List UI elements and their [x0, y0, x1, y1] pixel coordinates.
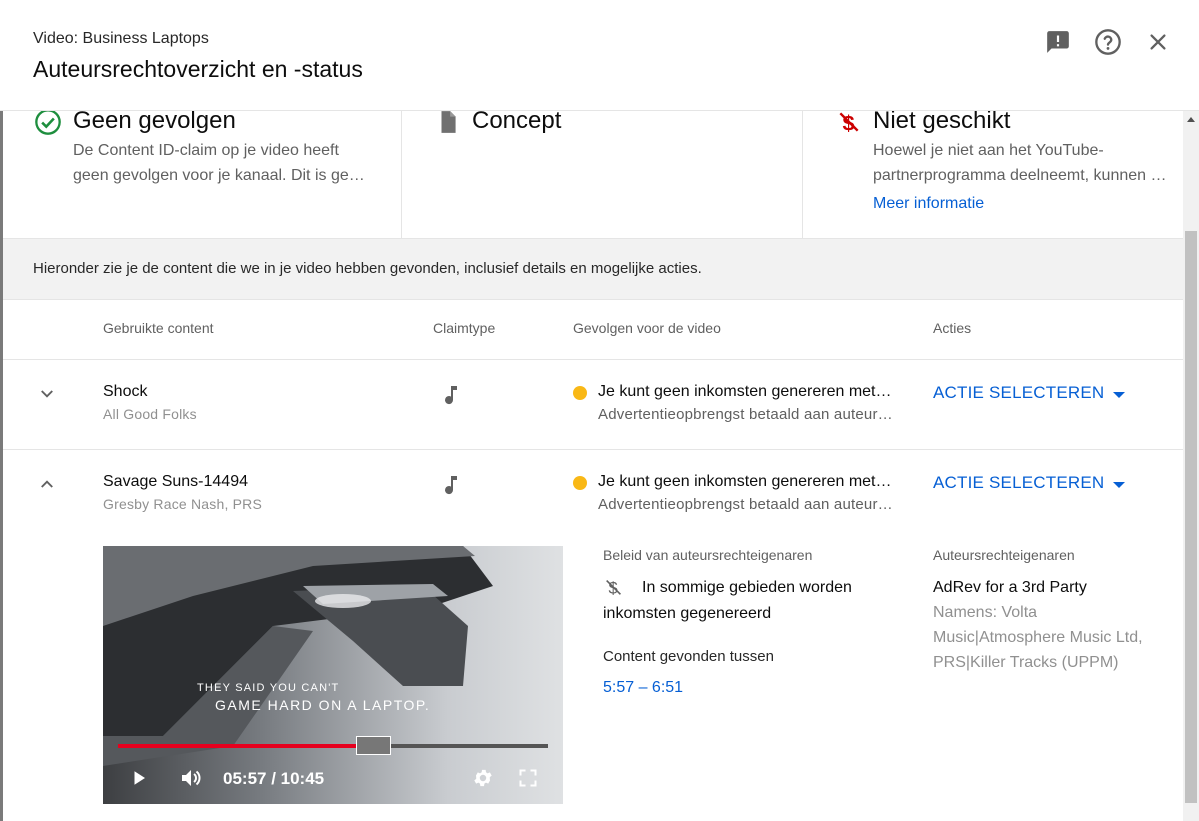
- status-summary: Geen gevolgen De Content ID-claim op je …: [3, 107, 1183, 239]
- close-icon[interactable]: [1144, 28, 1172, 56]
- info-text: Hieronder zie je de content die we in je…: [33, 260, 702, 277]
- status-visibility-title: Concept: [472, 107, 562, 134]
- info-bar: Hieronder zie je de content die we in je…: [3, 239, 1183, 300]
- status-impact: Geen gevolgen De Content ID-claim op je …: [3, 107, 402, 238]
- no-money-icon: $: [834, 107, 864, 137]
- fullscreen-icon[interactable]: [516, 766, 540, 790]
- status-monetization-desc-line1: Hoewel je niet aan het YouTube-: [873, 142, 1104, 159]
- select-action-button[interactable]: ACTIE SELECTEREN: [933, 383, 1104, 403]
- status-visibility: Concept: [402, 107, 803, 238]
- video-caption-line1: THEY SAID YOU CAN'T: [197, 682, 340, 694]
- dialog-title: Auteursrechtoverzicht en -status: [33, 56, 363, 82]
- content-title: Savage Suns-14494: [103, 473, 248, 490]
- chevron-down-icon[interactable]: [35, 382, 59, 406]
- progress-played: [118, 744, 358, 748]
- feedback-icon[interactable]: [1044, 28, 1072, 56]
- owner-name: AdRev for a 3rd Party: [933, 579, 1087, 596]
- policy-label: Beleid van auteursrechteigenaren: [603, 547, 813, 563]
- col-header-content: Gebruikte content: [103, 320, 214, 336]
- scrollbar[interactable]: [1183, 111, 1199, 821]
- status-monetization-desc: Hoewel je niet aan het YouTube- partnerp…: [873, 138, 1168, 188]
- content-title: Shock: [103, 383, 148, 400]
- owners-label: Auteursrechteigenaren: [933, 547, 1075, 563]
- status-dot: [573, 386, 587, 400]
- video-subtitle: Video: Business Laptops: [33, 30, 209, 47]
- found-label: Content gevonden tussen: [603, 648, 774, 665]
- col-header-actions: Acties: [933, 320, 972, 336]
- status-monetization-title: Niet geschikt: [873, 107, 1011, 134]
- select-action-button[interactable]: ACTIE SELECTEREN: [933, 473, 1104, 493]
- status-impact-desc-line2: geen gevolgen voor je kanaal. Dit is gee…: [73, 167, 373, 184]
- play-icon[interactable]: [127, 766, 151, 790]
- impact-line1: Je kunt geen inkomsten genereren met dez…: [598, 473, 893, 490]
- help-icon[interactable]: [1094, 28, 1122, 56]
- col-header-claimtype: Claimtype: [433, 320, 496, 336]
- video-player[interactable]: THEY SAID YOU CAN'T GAME HARD ON A LAPTO…: [103, 546, 563, 804]
- music-note-icon: [439, 473, 463, 497]
- status-impact-desc-line1: De Content ID-claim op je video heeft: [73, 142, 339, 159]
- owner-on-behalf-line1: Namens: Volta: [933, 604, 1038, 621]
- status-monetization: $ Niet geschikt Hoewel je niet aan het Y…: [803, 107, 1183, 238]
- settings-gear-icon[interactable]: [471, 766, 495, 790]
- policy-line2: inkomsten gegenereerd: [603, 605, 772, 622]
- scroll-up-arrow-icon[interactable]: [1187, 117, 1195, 122]
- policy-line1: In sommige gebieden worden: [642, 579, 852, 596]
- impact-line1: Je kunt geen inkomsten genereren met dez…: [598, 383, 893, 400]
- volume-icon[interactable]: [179, 766, 203, 790]
- partial-money-icon: $: [603, 576, 625, 598]
- status-impact-title: Geen gevolgen: [73, 107, 236, 134]
- content-artist: Gresby Race Nash, PRS: [103, 496, 263, 512]
- status-monetization-desc-line2: partnerprogramma deelneemt, kunnen …: [873, 167, 1167, 184]
- dialog-header: Video: Business Laptops Auteursrechtover…: [0, 0, 1199, 111]
- impact-line2: Advertentieopbrengst betaald aan auteurs…: [598, 496, 893, 513]
- chevron-up-icon[interactable]: [35, 472, 59, 496]
- learn-more-link[interactable]: Meer informatie: [873, 195, 984, 213]
- content-artist: All Good Folks: [103, 406, 197, 422]
- scrollbar-thumb[interactable]: [1185, 231, 1197, 803]
- progress-thumb[interactable]: [356, 736, 391, 755]
- video-caption-line2: GAME HARD ON A LAPTOP.: [215, 697, 431, 713]
- caret-down-icon[interactable]: [1111, 477, 1127, 488]
- document-icon: [433, 107, 463, 137]
- status-impact-desc: De Content ID-claim op je video heeft ge…: [73, 138, 373, 188]
- status-dot: [573, 476, 587, 490]
- col-header-impact: Gevolgen voor de video: [573, 320, 721, 336]
- table-row: Shock All Good Folks Je kunt geen inkoms…: [3, 360, 1183, 449]
- check-circle-icon: [33, 107, 63, 137]
- video-time: 05:57 / 10:45: [223, 769, 325, 788]
- music-note-icon: [439, 383, 463, 407]
- owner-on-behalf-line3: PRS|Killer Tracks (UPPM): [933, 654, 1119, 671]
- impact-line2: Advertentieopbrengst betaald aan auteurs…: [598, 406, 893, 423]
- svg-text:$: $: [609, 579, 618, 597]
- found-range-link[interactable]: 5:57 – 6:51: [603, 679, 683, 697]
- caret-down-icon[interactable]: [1111, 387, 1127, 398]
- owner-on-behalf-line2: Music|Atmosphere Music Ltd,: [933, 629, 1143, 646]
